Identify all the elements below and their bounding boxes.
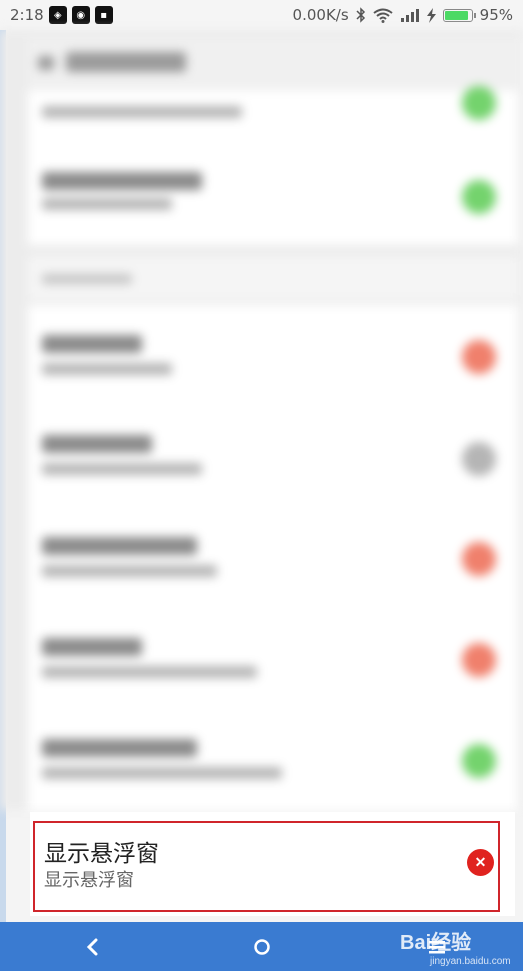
battery-level <box>444 10 469 20</box>
watermark: Bai经验 jingyan.baidu.com <box>400 922 520 971</box>
background-card <box>28 86 518 245</box>
background-header <box>28 38 523 88</box>
notification-icon: ◉ <box>71 6 90 24</box>
background-card <box>28 305 518 810</box>
signal-icon <box>400 9 419 22</box>
setting-subtitle: 显示悬浮窗 <box>44 870 134 891</box>
status-time: 2:18 <box>10 6 44 24</box>
close-icon[interactable]: ✕ <box>467 849 494 876</box>
notification-icon: ◈ <box>48 6 67 24</box>
background-section-header <box>28 256 518 300</box>
battery-icon <box>442 8 476 22</box>
notification-icon: ▪ <box>94 6 113 24</box>
setting-title: 显示悬浮窗 <box>44 841 159 867</box>
back-icon <box>86 938 98 956</box>
bluetooth-icon <box>356 7 365 23</box>
network-speed: 0.00K/s <box>292 6 349 24</box>
watermark-brand: Bai经验 <box>400 932 472 954</box>
home-icon <box>254 939 270 955</box>
wifi-icon <box>373 8 393 23</box>
charging-icon <box>426 7 436 23</box>
home-button[interactable] <box>245 931 279 963</box>
battery-percent: 95% <box>479 6 513 24</box>
status-bar: 2:18 ◈ ◉ ▪ 0.00K/s 95% <box>0 0 523 30</box>
watermark-url: jingyan.baidu.com <box>430 956 511 967</box>
back-button[interactable] <box>75 931 109 963</box>
blurred-background <box>0 30 523 810</box>
